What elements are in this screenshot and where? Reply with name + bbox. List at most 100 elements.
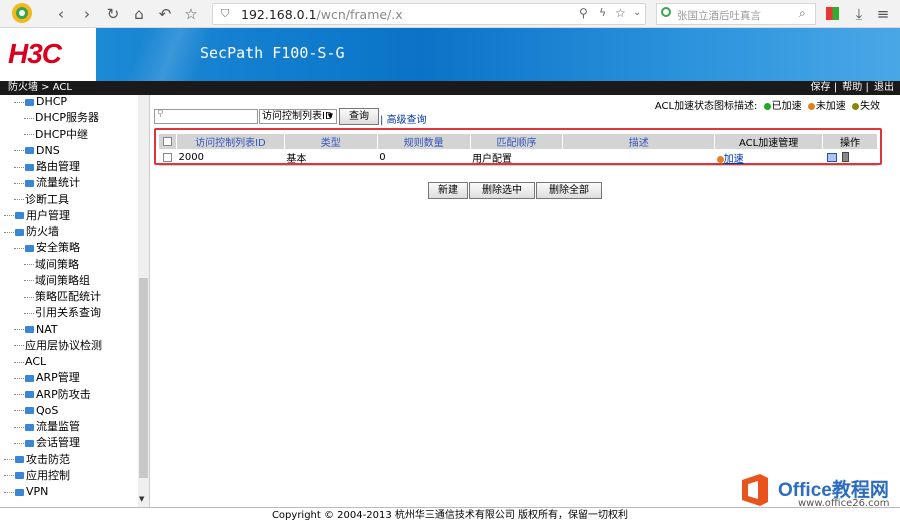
col-description[interactable]: 描述	[562, 133, 716, 150]
tree-connector	[4, 491, 14, 493]
cell-description	[562, 149, 715, 166]
download-icon[interactable]: ⤓	[848, 3, 870, 25]
folder-icon	[15, 212, 24, 220]
tree-connector	[24, 296, 34, 298]
filter-input[interactable]: ⚲	[154, 109, 258, 124]
sidebar-item[interactable]: 域间策略	[24, 257, 79, 273]
sidebar-item[interactable]: 域间策略组	[24, 273, 90, 289]
sidebar-item[interactable]: ACL	[14, 354, 46, 370]
sidebar-item[interactable]: 流量监管	[14, 419, 80, 435]
undo-icon[interactable]: ↶	[154, 3, 176, 25]
sidebar-item-label: 引用关系查询	[35, 306, 101, 320]
col-match-order[interactable]: 匹配顺序	[469, 133, 564, 150]
select-all-cell[interactable]	[158, 133, 177, 150]
new-button[interactable]: 新建	[428, 182, 468, 199]
sidebar-item[interactable]: QoS	[14, 403, 58, 419]
row-checkbox[interactable]	[162, 152, 172, 162]
search-engine-icon	[661, 7, 671, 17]
back-icon[interactable]: ‹	[50, 3, 72, 25]
query-button[interactable]: 查询	[339, 108, 379, 125]
col-actions: 操作	[822, 133, 878, 150]
col-type[interactable]: 类型	[283, 133, 378, 150]
tree-connector	[14, 150, 24, 152]
lightning-icon[interactable]: ϟ	[599, 6, 606, 19]
sidebar-item[interactable]: ARP防攻击	[14, 387, 91, 403]
folder-icon	[15, 456, 24, 463]
logout-link[interactable]: 退出	[874, 82, 894, 93]
address-bar[interactable]: ⛉ 192.168.0.1/wcn/frame/.x ⚲ ϟ ☆ ⌄	[212, 3, 646, 25]
sidebar-item-label: VPN	[26, 485, 49, 498]
sidebar-item[interactable]: DHCP中继	[24, 127, 88, 143]
sidebar-item[interactable]: DNS	[14, 143, 60, 159]
accelerate-link[interactable]: 加速	[724, 154, 744, 165]
sidebar-scroll-thumb[interactable]	[139, 278, 148, 478]
col-acl-id[interactable]: 访问控制列表ID	[175, 133, 285, 150]
menu-icon[interactable]: ≡	[872, 3, 894, 25]
sidebar-item[interactable]: VPN	[4, 484, 48, 500]
star-icon[interactable]: ☆	[615, 6, 626, 20]
delete-icon[interactable]	[841, 152, 849, 162]
folder-icon	[25, 423, 34, 431]
tree-connector	[14, 426, 24, 428]
folder-icon	[25, 163, 34, 171]
scroll-down-icon[interactable]: ▼	[139, 495, 144, 503]
bookmark-star-icon[interactable]: ☆	[180, 3, 202, 25]
folder-icon	[15, 228, 24, 236]
sidebar-item-label: 安全策略	[36, 241, 80, 255]
sidebar-item-label: ARP管理	[36, 371, 80, 385]
sidebar-item-label: ARP防攻击	[36, 387, 91, 401]
sidebar-item[interactable]: 流量统计	[14, 175, 80, 191]
sidebar-item[interactable]: 防火墙	[4, 224, 59, 240]
sidebar-item[interactable]: 会话管理	[14, 435, 80, 451]
h3c-logo: H3C	[8, 38, 62, 69]
search-icon[interactable]: ⌕	[799, 6, 806, 21]
cell-rule-count: 0	[377, 149, 471, 166]
col-rule-count[interactable]: 规则数量	[376, 133, 471, 150]
acl-table-highlight: 访问控制列表ID 类型 规则数量 匹配顺序 描述 ACL加速管理 操作 2000…	[154, 128, 882, 166]
sidebar-item[interactable]: 引用关系查询	[24, 305, 101, 321]
app-header: H3C SecPath F100-S-G	[0, 28, 900, 81]
help-link[interactable]: 帮助	[842, 82, 862, 93]
apps-icon[interactable]	[826, 7, 839, 20]
edit-icon[interactable]	[826, 152, 837, 162]
chevron-down-icon[interactable]: ⌄	[633, 7, 641, 18]
sidebar-item[interactable]: 路由管理	[14, 159, 80, 175]
sidebar-item[interactable]: 用户管理	[4, 208, 70, 224]
sidebar-item-label: 域间策略	[35, 257, 79, 271]
browser-search-input[interactable]: 张国立酒后吐真言 ⌕	[656, 3, 816, 25]
zoom-icon[interactable]: ⚲	[579, 6, 588, 20]
sidebar-item-label: 用户管理	[26, 208, 70, 222]
refresh-icon[interactable]: ↻	[102, 3, 124, 25]
tree-connector	[24, 280, 34, 282]
sidebar-item-label: 防火墙	[26, 225, 59, 238]
sidebar-item-label: 会话管理	[36, 436, 80, 450]
sidebar-item[interactable]: 安全策略	[14, 240, 80, 256]
tree-connector	[14, 410, 24, 412]
select-all-checkbox[interactable]	[162, 136, 172, 146]
advanced-query-link[interactable]: | 高级查询	[380, 111, 427, 126]
folder-icon	[25, 244, 34, 252]
save-link[interactable]: 保存	[811, 82, 831, 93]
sidebar-item[interactable]: 应用控制	[4, 468, 70, 484]
sidebar-item[interactable]: DHCP	[14, 95, 67, 110]
sidebar-item[interactable]: 应用层协议检测	[14, 338, 102, 354]
url-text: 192.168.0.1/wcn/frame/.x	[241, 7, 403, 22]
sidebar-item-label: DHCP服务器	[35, 111, 100, 125]
sidebar-item[interactable]: ARP管理	[14, 370, 80, 386]
forward-icon[interactable]: ›	[76, 3, 98, 25]
sidebar-item[interactable]: 攻击防范	[4, 452, 70, 468]
delete-all-button[interactable]: 删除全部	[536, 182, 602, 199]
sidebar-item[interactable]: 策略匹配统计	[24, 289, 101, 305]
home-icon[interactable]: ⌂	[128, 3, 150, 25]
sidebar-item[interactable]: 诊断工具	[14, 192, 69, 208]
sidebar-item[interactable]: NAT	[14, 322, 58, 338]
chevron-down-icon: ▼	[327, 112, 333, 120]
watermark-sub: www.office26.com	[798, 498, 890, 509]
top-menu: 保存 | 帮助 | 退出	[810, 82, 894, 93]
row-select-cell[interactable]	[158, 149, 177, 166]
folder-icon	[25, 391, 34, 398]
delete-selected-button[interactable]: 删除选中	[469, 182, 535, 199]
sidebar-item[interactable]: DHCP服务器	[24, 110, 99, 126]
filter-field-select[interactable]: 访问控制列表ID ▼	[259, 109, 337, 124]
tree-connector	[24, 312, 34, 314]
